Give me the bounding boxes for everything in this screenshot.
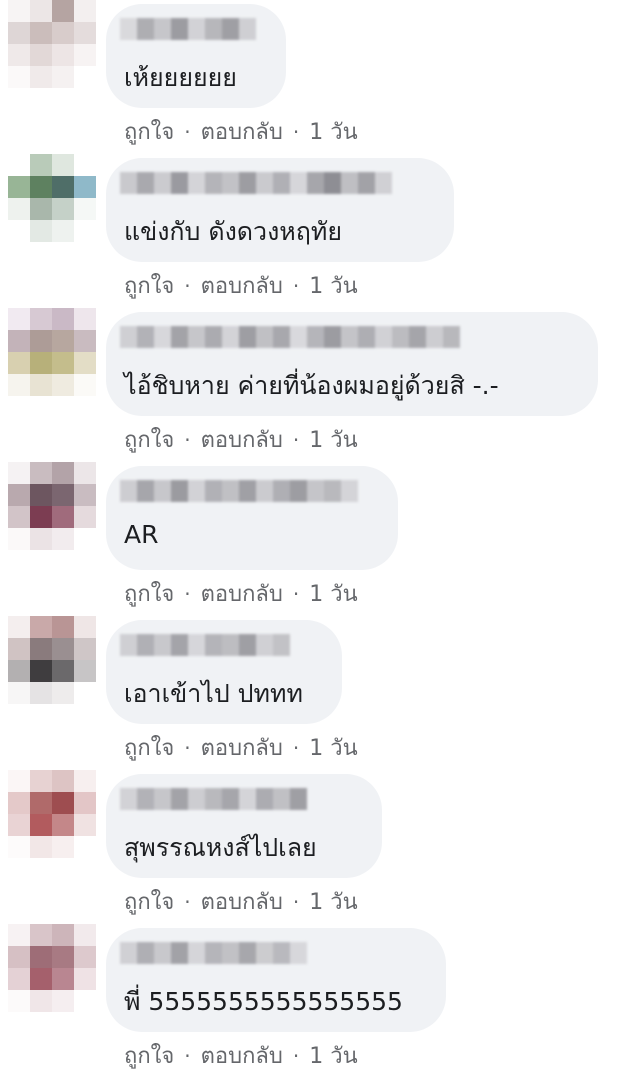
separator-dot: · [292, 735, 300, 760]
reply-link[interactable]: ตอบกลับ [201, 422, 283, 457]
comment: พี่ 5555555555555555 ถูกใจ · ตอบกลับ · 1… [0, 924, 640, 1078]
comment-bubble: AR [106, 466, 398, 570]
comment-actions: ถูกใจ · ตอบกลับ · 1 วัน [124, 268, 358, 303]
comment-actions: ถูกใจ · ตอบกลับ · 1 วัน [124, 1038, 358, 1073]
commenter-name-blurred[interactable] [120, 480, 358, 502]
comment-timestamp[interactable]: 1 วัน [309, 884, 357, 919]
comment-actions: ถูกใจ · ตอบกลับ · 1 วัน [124, 576, 358, 611]
comment: ไอ้ชิบหาย ค่ายที่น้องผมอยู่ด้วยสิ -.- ถู… [0, 308, 640, 462]
reply-link[interactable]: ตอบกลับ [201, 576, 283, 611]
comment-bubble: เอาเข้าไป ปททท [106, 620, 342, 724]
comment-bubble: ไอ้ชิบหาย ค่ายที่น้องผมอยู่ด้วยสิ -.- [106, 312, 598, 416]
like-link[interactable]: ถูกใจ [124, 1038, 174, 1073]
reply-link[interactable]: ตอบกลับ [201, 114, 283, 149]
reply-link[interactable]: ตอบกลับ [201, 730, 283, 765]
like-link[interactable]: ถูกใจ [124, 884, 174, 919]
comment-bubble: พี่ 5555555555555555 [106, 928, 446, 1032]
comment-actions: ถูกใจ · ตอบกลับ · 1 วัน [124, 884, 358, 919]
comment-timestamp[interactable]: 1 วัน [309, 268, 357, 303]
comment-actions: ถูกใจ · ตอบกลับ · 1 วัน [124, 730, 358, 765]
comment: เห้ยยยยยย ถูกใจ · ตอบกลับ · 1 วัน [0, 0, 640, 154]
separator-dot: · [292, 1043, 300, 1068]
comment-timestamp[interactable]: 1 วัน [309, 576, 357, 611]
comment-text: สุพรรณหงส์ไปเลย [124, 833, 317, 862]
comment-bubble: เห้ยยยยยย [106, 4, 286, 108]
commenter-name-blurred[interactable] [120, 788, 307, 810]
comment: เอาเข้าไป ปททท ถูกใจ · ตอบกลับ · 1 วัน [0, 616, 640, 770]
like-link[interactable]: ถูกใจ [124, 114, 174, 149]
like-link[interactable]: ถูกใจ [124, 422, 174, 457]
comment-actions: ถูกใจ · ตอบกลับ · 1 วัน [124, 422, 358, 457]
avatar[interactable] [8, 0, 96, 88]
like-link[interactable]: ถูกใจ [124, 730, 174, 765]
separator-dot: · [184, 119, 191, 144]
separator-dot: · [184, 273, 191, 298]
like-link[interactable]: ถูกใจ [124, 268, 174, 303]
avatar[interactable] [8, 616, 96, 704]
comment-text: เอาเข้าไป ปททท [124, 679, 303, 708]
separator-dot: · [292, 581, 300, 606]
comment-bubble: แข่งกับ ดังดวงหฤทัย [106, 158, 454, 262]
avatar[interactable] [8, 462, 96, 550]
comment-timestamp[interactable]: 1 วัน [309, 1038, 357, 1073]
comment-text: เห้ยยยยยย [124, 63, 237, 92]
comment-text: แข่งกับ ดังดวงหฤทัย [124, 217, 343, 246]
like-link[interactable]: ถูกใจ [124, 576, 174, 611]
separator-dot: · [184, 581, 191, 606]
avatar[interactable] [8, 308, 96, 396]
commenter-name-blurred[interactable] [120, 18, 256, 40]
separator-dot: · [292, 273, 300, 298]
comment-timestamp[interactable]: 1 วัน [309, 730, 357, 765]
comment-text: พี่ 5555555555555555 [124, 987, 403, 1016]
separator-dot: · [184, 1043, 191, 1068]
comment-text: ไอ้ชิบหาย ค่ายที่น้องผมอยู่ด้วยสิ -.- [124, 371, 499, 400]
reply-link[interactable]: ตอบกลับ [201, 884, 283, 919]
comment-timestamp[interactable]: 1 วัน [309, 114, 357, 149]
comment-bubble: สุพรรณหงส์ไปเลย [106, 774, 382, 878]
separator-dot: · [292, 119, 300, 144]
comment: สุพรรณหงส์ไปเลย ถูกใจ · ตอบกลับ · 1 วัน [0, 770, 640, 924]
commenter-name-blurred[interactable] [120, 172, 392, 194]
avatar[interactable] [8, 924, 96, 1012]
commenter-name-blurred[interactable] [120, 326, 460, 348]
avatar[interactable] [8, 770, 96, 858]
reply-link[interactable]: ตอบกลับ [201, 268, 283, 303]
separator-dot: · [184, 889, 191, 914]
separator-dot: · [184, 427, 191, 452]
comment-text: AR [124, 520, 159, 549]
reply-link[interactable]: ตอบกลับ [201, 1038, 283, 1073]
separator-dot: · [292, 427, 300, 452]
separator-dot: · [292, 889, 300, 914]
comment-actions: ถูกใจ · ตอบกลับ · 1 วัน [124, 114, 358, 149]
comment: AR ถูกใจ · ตอบกลับ · 1 วัน [0, 462, 640, 616]
commenter-name-blurred[interactable] [120, 942, 307, 964]
commenter-name-blurred[interactable] [120, 634, 290, 656]
separator-dot: · [184, 735, 191, 760]
comment: แข่งกับ ดังดวงหฤทัย ถูกใจ · ตอบกลับ · 1 … [0, 154, 640, 308]
comment-timestamp[interactable]: 1 วัน [309, 422, 357, 457]
avatar[interactable] [8, 154, 96, 242]
